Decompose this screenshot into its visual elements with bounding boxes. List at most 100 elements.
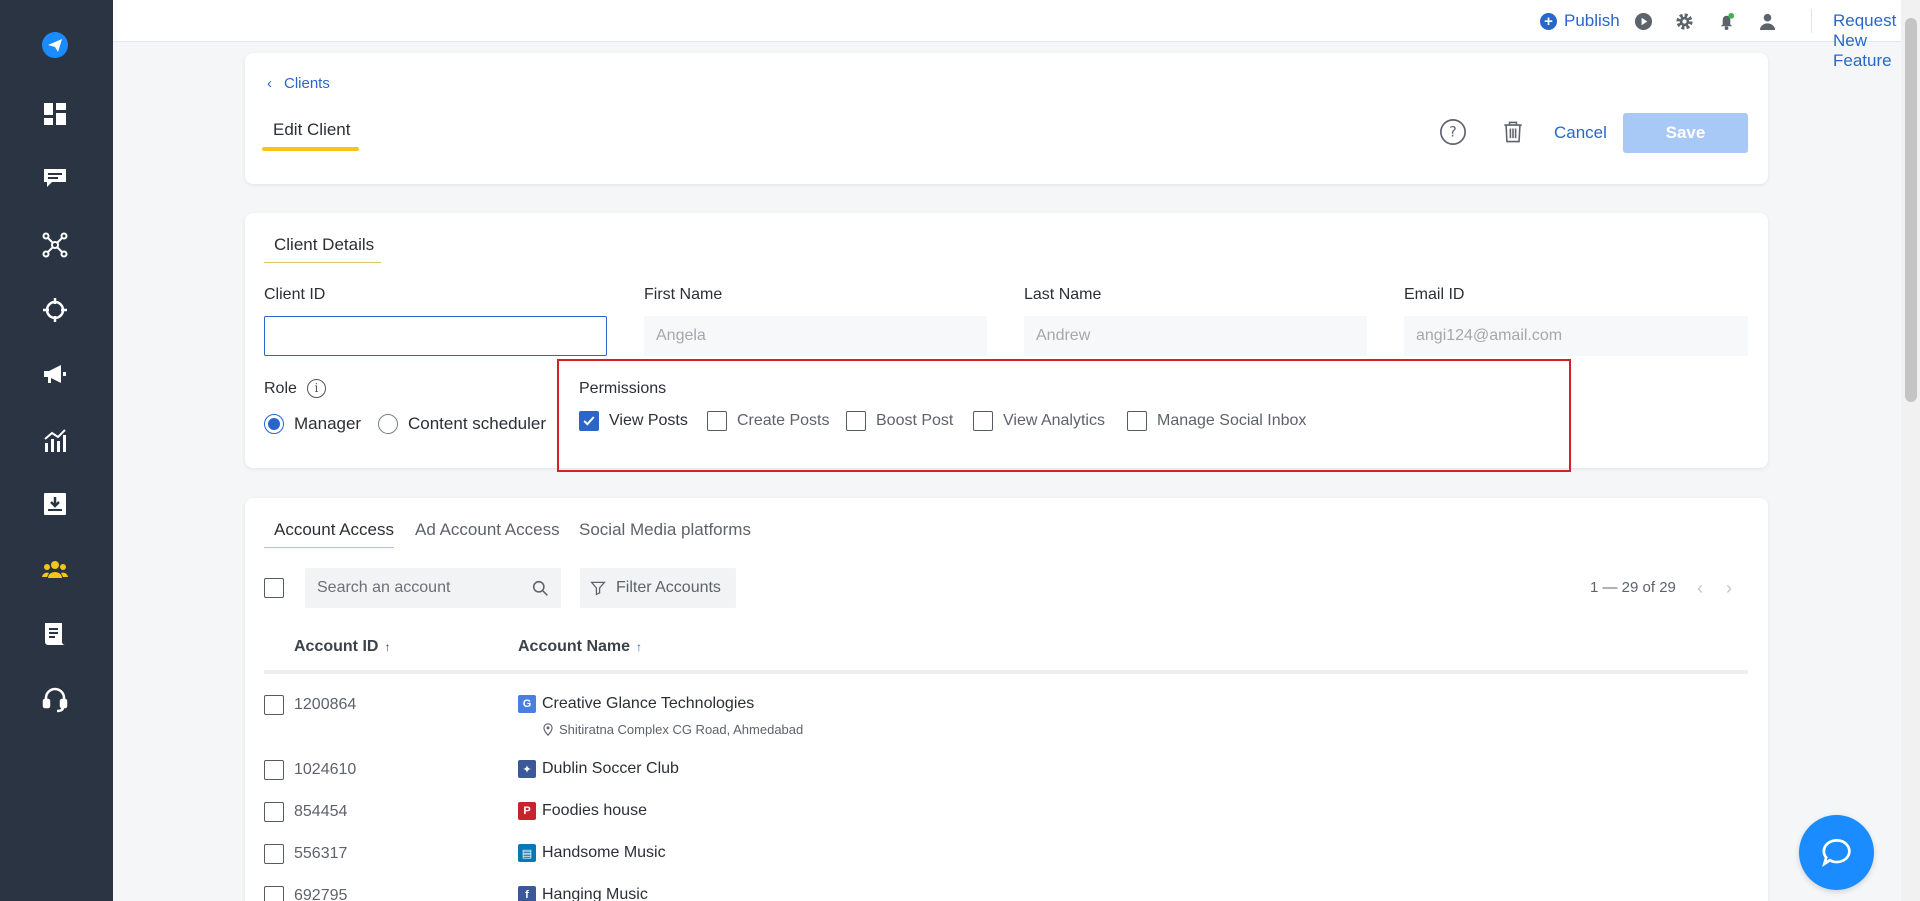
permission-view-analytics[interactable]: View Analytics bbox=[973, 411, 1105, 431]
help-icon[interactable]: ? bbox=[1438, 117, 1468, 147]
permission-manage-social-inbox[interactable]: Manage Social Inbox bbox=[1127, 411, 1306, 431]
sort-up-icon: ↑ bbox=[384, 640, 391, 654]
vertical-scrollbar[interactable] bbox=[1901, 0, 1920, 901]
filter-icon bbox=[590, 581, 606, 596]
download-icon[interactable] bbox=[39, 488, 71, 520]
bell-icon[interactable] bbox=[1716, 11, 1736, 31]
radio-selected[interactable] bbox=[264, 414, 284, 434]
email-input[interactable] bbox=[1404, 316, 1748, 356]
account-id: 1200864 bbox=[294, 696, 357, 713]
facebook-icon: f bbox=[518, 886, 536, 901]
first-name-label: First Name bbox=[644, 286, 723, 303]
account-name[interactable]: ✦ Dublin Soccer Club bbox=[518, 760, 679, 778]
checkbox[interactable] bbox=[707, 411, 727, 431]
location-pin-icon bbox=[543, 723, 553, 736]
publish-button[interactable]: + Publish bbox=[1540, 11, 1620, 31]
account-name[interactable]: G Creative Glance Technologies bbox=[518, 695, 754, 713]
chat-support-button[interactable] bbox=[1799, 815, 1874, 890]
clients-icon[interactable] bbox=[39, 554, 71, 586]
last-name-label: Last Name bbox=[1024, 286, 1102, 303]
permission-view-posts[interactable]: View Posts bbox=[579, 411, 688, 431]
tab-social-media-platforms[interactable]: Social Media platforms bbox=[579, 520, 751, 540]
tab-edit-client[interactable]: Edit Client bbox=[273, 120, 350, 140]
megaphone-icon[interactable] bbox=[39, 358, 71, 390]
account-name[interactable]: ▤ Handsome Music bbox=[518, 844, 666, 862]
search-placeholder: Search an account bbox=[317, 579, 451, 596]
column-header-account-id[interactable]: Account ID ↑ bbox=[294, 638, 390, 656]
account-id: 854454 bbox=[294, 803, 348, 820]
account-address-text: Shitiratna Complex CG Road, Ahmedabad bbox=[559, 722, 804, 737]
section-title: Client Details bbox=[274, 235, 375, 254]
plus-circle-icon: + bbox=[1540, 12, 1557, 30]
target-icon[interactable] bbox=[39, 294, 71, 326]
prev-page-icon[interactable]: ‹ bbox=[1697, 578, 1703, 599]
permission-create-posts[interactable]: Create Posts bbox=[707, 411, 829, 431]
edit-client-header: ‹ Clients Edit Client ? Cancel Save bbox=[245, 53, 1768, 184]
headset-icon[interactable] bbox=[39, 683, 71, 715]
account-name-label: Hanging Music bbox=[542, 886, 648, 901]
table-header-divider bbox=[264, 670, 1748, 674]
chat-icon[interactable] bbox=[39, 162, 71, 194]
row-checkbox[interactable] bbox=[264, 695, 284, 715]
email-label: Email ID bbox=[1404, 286, 1465, 303]
account-name[interactable]: P Foodies house bbox=[518, 802, 647, 820]
account-name-label: Handsome Music bbox=[542, 844, 666, 861]
column-label: Account ID bbox=[294, 638, 379, 655]
row-checkbox[interactable] bbox=[264, 802, 284, 822]
role-label: Role i bbox=[264, 379, 326, 398]
trash-icon[interactable] bbox=[1498, 117, 1528, 147]
client-id-label: Client ID bbox=[264, 286, 326, 303]
checkbox[interactable] bbox=[846, 411, 866, 431]
select-all-checkbox[interactable] bbox=[264, 578, 284, 598]
checkbox[interactable] bbox=[1127, 411, 1147, 431]
role-content-scheduler-label: Content scheduler bbox=[408, 414, 546, 433]
row-checkbox[interactable] bbox=[264, 760, 284, 780]
search-icon bbox=[532, 580, 548, 596]
account-name-label: Dublin Soccer Club bbox=[542, 760, 679, 777]
publish-label: Publish bbox=[1564, 11, 1620, 30]
role-manager-radio[interactable]: Manager bbox=[264, 414, 361, 434]
info-icon[interactable]: i bbox=[306, 379, 326, 398]
analytics-icon[interactable] bbox=[39, 425, 71, 457]
account-name-label: Creative Glance Technologies bbox=[542, 695, 755, 712]
radio-unselected[interactable] bbox=[378, 414, 398, 434]
client-id-input[interactable] bbox=[264, 316, 607, 356]
chevron-left-icon: ‹ bbox=[267, 75, 272, 92]
role-manager-label: Manager bbox=[294, 414, 362, 433]
paper-plane-icon[interactable] bbox=[39, 29, 71, 61]
column-header-account-name[interactable]: Account Name ↑ bbox=[518, 638, 642, 656]
scrollbar-thumb[interactable] bbox=[1905, 18, 1917, 402]
chat-bubble-icon bbox=[1821, 838, 1851, 867]
dashboard-icon[interactable] bbox=[39, 98, 71, 130]
checkbox-checked[interactable] bbox=[579, 411, 599, 431]
filter-accounts-button[interactable]: Filter Accounts bbox=[580, 568, 736, 608]
check-icon bbox=[583, 416, 595, 426]
network-icon[interactable] bbox=[39, 229, 71, 261]
row-checkbox[interactable] bbox=[264, 886, 284, 901]
gear-icon[interactable] bbox=[1674, 11, 1694, 31]
search-input[interactable]: Search an account bbox=[305, 568, 561, 608]
role-content-scheduler-radio[interactable]: Content scheduler bbox=[378, 414, 546, 434]
last-name-input[interactable] bbox=[1024, 316, 1367, 356]
first-name-input[interactable] bbox=[644, 316, 987, 356]
row-checkbox[interactable] bbox=[264, 844, 284, 864]
top-bar: + Publish Request New Feature bbox=[113, 0, 1920, 70]
breadcrumb[interactable]: ‹ Clients bbox=[267, 75, 330, 92]
cancel-button[interactable]: Cancel bbox=[1554, 123, 1607, 143]
user-icon[interactable] bbox=[1757, 11, 1777, 31]
next-page-icon[interactable]: › bbox=[1726, 578, 1732, 599]
reports-icon[interactable] bbox=[39, 618, 71, 650]
permission-label: Boost Post bbox=[876, 412, 954, 429]
account-id: 692795 bbox=[294, 887, 348, 901]
checkbox[interactable] bbox=[973, 411, 993, 431]
play-icon[interactable] bbox=[1633, 11, 1653, 31]
role-label-text: Role bbox=[264, 379, 297, 397]
column-label: Account Name bbox=[518, 638, 631, 655]
linkedin-page-icon: ▤ bbox=[518, 844, 536, 862]
tab-account-access[interactable]: Account Access bbox=[274, 520, 394, 540]
tab-ad-account-access[interactable]: Ad Account Access bbox=[415, 520, 560, 540]
filter-label: Filter Accounts bbox=[616, 579, 721, 596]
permission-boost-post[interactable]: Boost Post bbox=[846, 411, 953, 431]
account-name[interactable]: f Hanging Music bbox=[518, 886, 648, 901]
save-button[interactable]: Save bbox=[1623, 113, 1748, 153]
